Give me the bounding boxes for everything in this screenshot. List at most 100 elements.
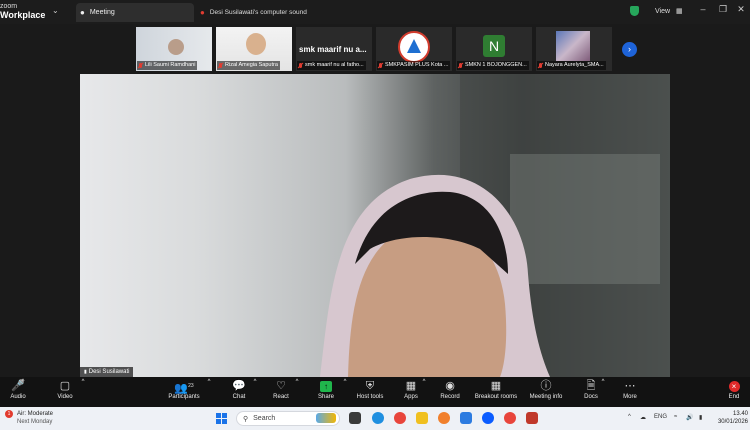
record-label: Record — [440, 394, 460, 400]
cloud-icon[interactable]: ☁ — [640, 414, 646, 421]
chevron-up-icon[interactable]: ^ — [628, 414, 631, 420]
people-icon: 👥23 — [174, 382, 194, 395]
participant-tile[interactable]: Rizal Amegia Saputra — [216, 27, 292, 71]
tab-meeting[interactable]: ● Meeting — [76, 3, 194, 22]
end-button[interactable]: × End — [709, 379, 750, 400]
share-label: Share — [317, 394, 334, 400]
end-label: End — [728, 394, 740, 400]
speaker-video — [320, 74, 670, 377]
participant-name-text: SMKPASIM PLUS Kota ... — [385, 62, 449, 68]
participant-name-text: smk maarif nu al fatho... — [305, 62, 364, 68]
participant-name: Lili Saumi Ramdhani — [137, 61, 198, 70]
close-icon[interactable]: ✕ — [734, 4, 748, 15]
record-icon: ◉ — [445, 380, 455, 392]
tab-meeting-label: Meeting — [89, 9, 115, 16]
minimize-icon[interactable]: – — [696, 4, 710, 14]
participant-video — [556, 31, 590, 61]
breakout-label: Breakout rooms — [474, 394, 518, 400]
record-button[interactable]: ◉ Record — [425, 379, 475, 400]
chevron-up-icon[interactable]: ^ — [204, 379, 214, 385]
participant-tile[interactable]: smk maarif nu a... smk maarif nu al fath… — [296, 27, 372, 71]
chrome-icon[interactable] — [504, 412, 516, 424]
participant-tile[interactable]: Lili Saumi Ramdhani — [136, 27, 212, 71]
participant-video — [168, 39, 184, 55]
mic-muted-icon — [458, 62, 463, 69]
participant-name-text: SMKN 1 BOJONGGEN... — [465, 62, 527, 68]
info-icon: ⓘ — [540, 380, 552, 392]
chevron-up-icon[interactable]: ^ — [18, 379, 28, 385]
title-bar: zoom Workplace ⌄ ● Meeting ● Desi Susila… — [0, 0, 750, 24]
tab-sound-label: Desi Susilawati's computer sound — [209, 9, 307, 16]
breakout-rooms-button[interactable]: ▦ Breakout rooms — [471, 379, 521, 400]
meeting-info-button[interactable]: ⓘ Meeting info — [521, 379, 571, 400]
edge-icon[interactable] — [372, 412, 384, 424]
search-icon: ⚲ — [243, 415, 249, 423]
meeting-toolbar: 🎤 Audio ^ ▢ Video ^ 👥23 Participants ^ 💬… — [0, 377, 750, 407]
weather-subtitle: Next Monday — [17, 419, 53, 425]
logo-line2: Workplace — [0, 10, 46, 20]
participant-name: SMKPASIM PLUS Kota ... — [377, 61, 451, 70]
participant-name: SMKN 1 BOJONGGEN... — [457, 61, 529, 70]
docs-label: Docs — [584, 394, 598, 400]
participants-count: 23 — [188, 383, 194, 389]
location-pin-icon: ● — [200, 8, 205, 17]
speaker-icon[interactable]: 🔊 — [686, 414, 693, 421]
task-view-icon[interactable] — [349, 412, 361, 424]
language-indicator[interactable]: ENG — [654, 414, 667, 420]
zoom-icon[interactable] — [482, 412, 494, 424]
mic-muted-icon — [298, 62, 303, 69]
shield-icon — [630, 6, 639, 16]
os-taskbar: 1 Air: Moderate Next Monday ⚲ Search ^ ☁… — [0, 407, 750, 430]
chrome-icon[interactable] — [394, 412, 406, 424]
breakout-icon: ▦ — [490, 380, 502, 392]
clock-time: 13.40 — [732, 411, 748, 417]
participant-tile[interactable]: Nayara Aurelyta_SMA... — [536, 27, 612, 71]
view-label: View — [655, 7, 671, 15]
avatar: N — [483, 35, 505, 57]
share-arrow-icon: ↑ — [320, 380, 332, 392]
firefox-icon[interactable] — [438, 412, 450, 424]
weather-widget[interactable]: 1 Air: Moderate Next Monday — [5, 410, 53, 426]
mic-muted-icon — [378, 62, 383, 69]
chevron-down-icon[interactable]: ⌄ — [52, 6, 59, 15]
windows-start-icon[interactable] — [216, 413, 227, 424]
battery-icon[interactable]: ▮ — [699, 414, 702, 421]
react-label: React — [273, 394, 289, 400]
participant-name-text: Lili Saumi Ramdhani — [145, 62, 196, 68]
notification-badge: 1 — [5, 410, 13, 418]
next-page-button[interactable]: › — [622, 42, 637, 57]
widget-icon[interactable] — [316, 413, 336, 423]
folder-icon[interactable] — [416, 412, 428, 424]
grid-icon: ▦ — [676, 8, 683, 15]
participant-name-text: Nayara Aurelyta_SMA... — [545, 62, 604, 68]
participants-label: Participants — [168, 394, 200, 400]
wifi-icon[interactable]: ≈ — [674, 414, 677, 420]
store-icon[interactable] — [460, 412, 472, 424]
speaker-name-tag: ▮ Desi Susilawati — [80, 367, 134, 377]
participant-tile[interactable]: N SMKN 1 BOJONGGEN... — [456, 27, 532, 71]
apps-label: Apps — [404, 394, 418, 400]
chevron-right-icon: › — [628, 44, 631, 54]
host-tools-label: Host tools — [356, 394, 384, 400]
paw-icon: ● — [80, 8, 85, 17]
restore-icon[interactable]: ❐ — [716, 4, 730, 15]
chat-label: Chat — [232, 394, 246, 400]
audio-label: Audio — [10, 394, 26, 400]
school-logo-icon — [398, 31, 430, 63]
more-button[interactable]: ⋯ More — [605, 379, 655, 400]
app-icon[interactable] — [526, 412, 538, 424]
mic-muted-icon — [538, 62, 543, 69]
video-label: Video — [57, 394, 73, 400]
chevron-up-icon[interactable]: ^ — [78, 379, 88, 385]
system-clock[interactable]: 13.40 30/01/2026 — [712, 410, 748, 426]
participant-name: Rizal Amegia Saputra — [217, 61, 280, 70]
participant-video — [246, 33, 266, 55]
participant-name: smk maarif nu al fatho... — [297, 61, 366, 70]
participant-tile[interactable]: SMKPASIM PLUS Kota ... — [376, 27, 452, 71]
search-placeholder: Search — [253, 415, 276, 422]
tab-computer-sound[interactable]: ● Desi Susilawati's computer sound — [200, 3, 307, 22]
participant-display-text: smk maarif nu a... — [299, 45, 367, 54]
participant-name: Nayara Aurelyta_SMA... — [537, 61, 606, 70]
view-button[interactable]: View ▦ — [630, 4, 683, 18]
participants-button[interactable]: 👥23 Participants — [159, 379, 209, 400]
